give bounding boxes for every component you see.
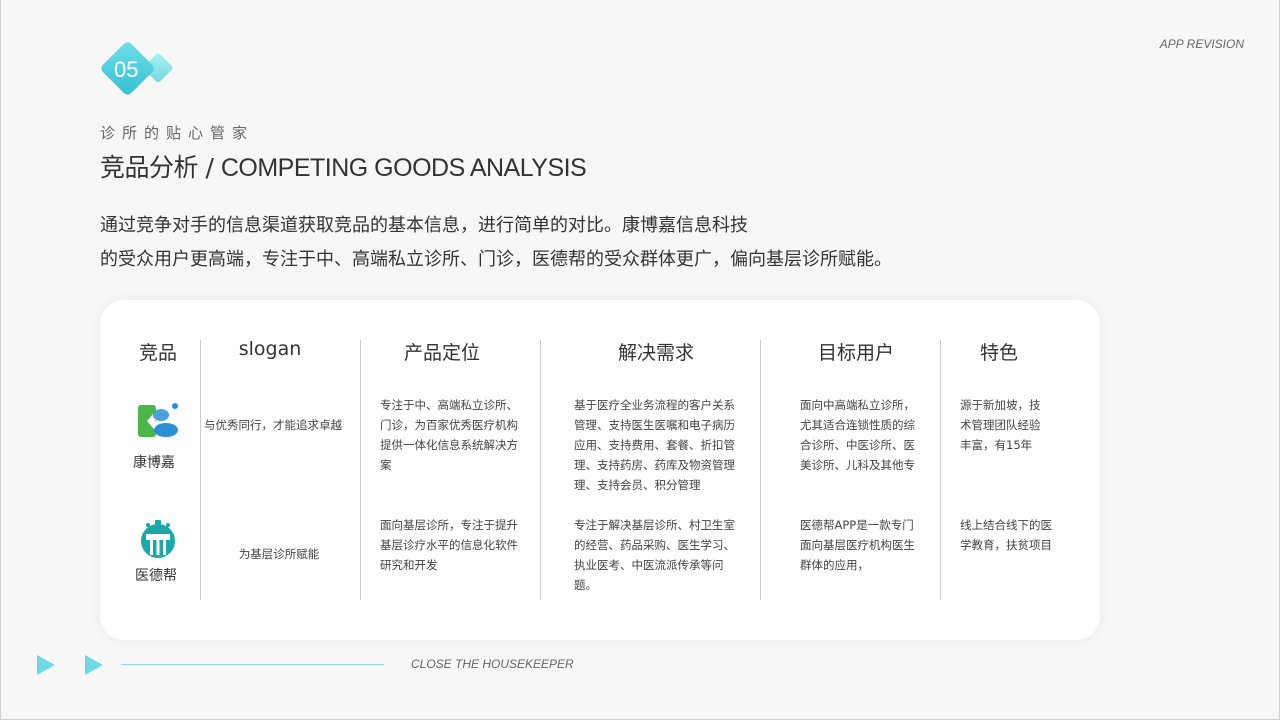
column-divider	[940, 340, 941, 600]
text-line: 案	[380, 458, 392, 472]
play-triangle-icon	[85, 655, 103, 675]
column-divider	[540, 340, 541, 600]
text-line: 丰富，有15年	[960, 438, 1033, 452]
positioning-cell: 面向基层诊所，专注于提升 基层诊疗水平的信息化软件 研究和开发	[380, 515, 530, 575]
header-target-users: 目标用户	[817, 342, 894, 364]
text-line: 线上结合线下的医	[960, 518, 1052, 532]
column-divider	[200, 340, 201, 600]
text-line: 基层诊疗水平的信息化软件	[380, 538, 518, 552]
text-line: 的经营、药品采购、医生学习、	[574, 538, 735, 552]
column-divider	[360, 340, 361, 600]
text-line: 面向基层医疗机构医生	[800, 538, 915, 552]
needs-cell: 专注于解决基层诊所、村卫生室 的经营、药品采购、医生学习、 执业医考、中医流派传…	[574, 515, 754, 595]
text-line: 源于新加坡，技	[960, 398, 1041, 412]
page-subtitle: 诊所的贴心管家	[100, 124, 255, 142]
users-cell: 面向中高端私立诊所， 尤其适合连锁性质的综 合诊所、中医诊所、医 美诊所、儿科及…	[800, 395, 930, 475]
slogan-cell: 为基层诊所赋能	[238, 547, 320, 561]
title-cn: 竞品分析	[100, 153, 199, 182]
text-line: 研究和开发	[380, 558, 438, 572]
text-line: 专注于中、高端私立诊所、	[380, 398, 518, 412]
text-line: 术管理团队经验	[960, 418, 1041, 432]
features-cell: 源于新加坡，技 术管理团队经验 丰富，有15年	[960, 395, 1070, 455]
header-slogan: slogan	[238, 338, 302, 360]
positioning-cell: 专注于中、高端私立诊所、 门诊，为百家优秀医疗机构 提供一体化信息系统解决方 案	[380, 395, 530, 475]
corner-label: APP REVISION	[1159, 37, 1244, 51]
text-line: 面向基层诊所，专注于提升	[380, 518, 518, 532]
text-line: 专注于解决基层诊所、村卫生室	[574, 518, 735, 532]
text-line: 执业医考、中医流派传承等问	[574, 558, 724, 572]
title-en: COMPETING GOODS ANALYSIS	[220, 154, 587, 182]
text-line: 门诊，为百家优秀医疗机构	[380, 418, 518, 432]
text-line: 管理、支持医生医嘱和电子病历	[574, 418, 735, 432]
section-badge-icon	[101, 42, 173, 95]
column-divider	[760, 340, 761, 600]
text-line: 应用、支持费用、套餐、折扣管	[574, 438, 735, 452]
users-cell: 医德帮APP是一款专门 面向基层医疗机构医生 群体的应用，	[800, 515, 930, 575]
header-needs: 解决需求	[617, 342, 694, 364]
text-line: 学教育，扶贫项目	[960, 538, 1052, 552]
header-positioning: 产品定位	[403, 342, 480, 364]
text-line: 面向中高端私立诊所，	[800, 398, 915, 412]
product-name: 医德帮	[135, 568, 177, 584]
features-cell: 线上结合线下的医 学教育，扶贫项目	[960, 515, 1070, 555]
text-line: 理、支持药房、药库及物资管理	[574, 458, 735, 472]
footer-divider	[121, 664, 384, 665]
footer-label: CLOSE THE HOUSEKEEPER	[411, 657, 574, 671]
text-line: 医德帮APP是一款专门	[800, 518, 914, 532]
needs-cell: 基于医疗全业务流程的客户关系 管理、支持医生医嘱和电子病历 应用、支持费用、套餐…	[574, 395, 754, 495]
play-triangle-icon	[37, 655, 55, 675]
header-features: 特色	[979, 342, 1018, 364]
text-line: 群体的应用，	[800, 558, 869, 572]
page-title: 竞品分析 / COMPETING GOODS ANALYSIS	[100, 148, 587, 184]
product-name: 康博嘉	[133, 455, 175, 471]
text-line: 合诊所、中医诊所、医	[800, 438, 915, 452]
text-line: 题。	[574, 578, 597, 592]
text-line: 美诊所、儿科及其他专	[800, 458, 915, 472]
text-line: 提供一体化信息系统解决方	[380, 438, 518, 452]
text-line: 理、支持会员、积分管理	[574, 478, 701, 492]
title-separator: /	[198, 153, 221, 182]
yidebang-logo-icon	[141, 520, 175, 558]
section-number: 05	[114, 57, 139, 82]
comparison-table-card: 竞品 slogan 产品定位 解决需求 目标用户 特色 康博嘉 与优秀同行，才能…	[100, 300, 1100, 640]
intro-line-2: 的受众用户更高端，专注于中、高端私立诊所、门诊，医德帮的受众群体更广，偏向基层诊…	[100, 249, 892, 270]
intro-line-1: 通过竞争对手的信息渠道获取竞品的基本信息，进行简单的对比。康博嘉信息科技	[100, 215, 748, 236]
header-product: 竞品	[138, 342, 177, 364]
slogan-cell: 与优秀同行，才能追求卓越	[204, 418, 342, 432]
text-line: 尤其适合连锁性质的综	[800, 418, 915, 432]
intro-paragraph: 通过竞争对手的信息渠道获取竞品的基本信息，进行简单的对比。康博嘉信息科技 的受众…	[100, 209, 1000, 277]
kangbojia-logo-icon	[138, 403, 178, 437]
text-line: 基于医疗全业务流程的客户关系	[574, 398, 735, 412]
